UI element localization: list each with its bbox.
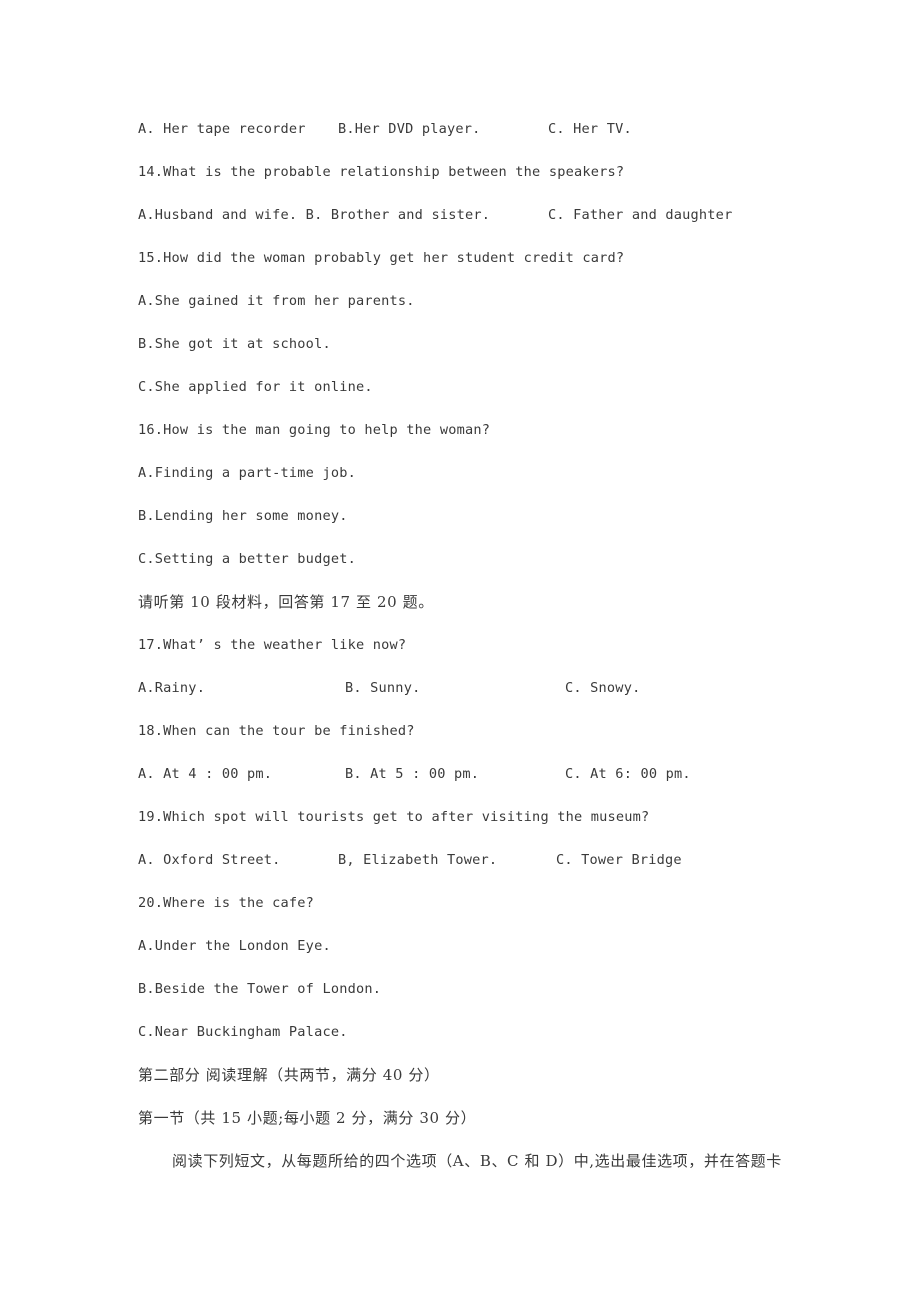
question-14-stem: 14.What is the probable relationship bet… (138, 164, 625, 180)
section-one-heading: 第一节（共 15 小题;每小题 2 分，满分 30 分） (138, 1109, 477, 1127)
question-20-stem: 20.Where is the cafe? (138, 895, 315, 911)
question-19-options-row: A. Oxford Street. B, Elizabeth Tower. C.… (138, 839, 838, 882)
q16-option-c[interactable]: C.Setting a better budget. (138, 538, 838, 581)
q18-option-c[interactable]: C. At 6: 00 pm. (565, 753, 691, 796)
question-19-stem: 19.Which spot will tourists get to after… (138, 809, 650, 825)
question-16-stem: 16.How is the man going to help the woma… (138, 422, 491, 438)
q17-option-b[interactable]: B. Sunny. (345, 667, 420, 710)
page-content: A. Her tape recorder B.Her DVD player. C… (138, 108, 838, 1183)
question-17-stem: 17.What’ s the weather like now? (138, 637, 407, 653)
q13-option-a[interactable]: A. Her tape recorder (138, 108, 306, 151)
q17-option-a[interactable]: A.Rainy. (138, 667, 205, 710)
q20-option-b[interactable]: B.Beside the Tower of London. (138, 968, 838, 1011)
q17-option-c[interactable]: C. Snowy. (565, 667, 640, 710)
question-13-options-row: A. Her tape recorder B.Her DVD player. C… (138, 108, 838, 151)
q16-option-b[interactable]: B.Lending her some money. (138, 495, 838, 538)
q20-option-a[interactable]: A.Under the London Eye. (138, 925, 838, 968)
part-two-heading: 第二部分 阅读理解（共两节，满分 40 分） (138, 1066, 440, 1084)
q19-option-b[interactable]: B, Elizabeth Tower. (338, 839, 497, 882)
question-17-options-row: A.Rainy. B. Sunny. C. Snowy. (138, 667, 838, 710)
q19-option-c[interactable]: C. Tower Bridge (556, 839, 682, 882)
listening-prompt-passage-10: 请听第 10 段材料，回答第 17 至 20 题。 (138, 593, 434, 611)
q19-option-a[interactable]: A. Oxford Street. (138, 839, 281, 882)
q14-options-a-b[interactable]: A.Husband and wife. B. Brother and siste… (138, 194, 490, 237)
q13-option-c[interactable]: C. Her TV. (548, 108, 632, 151)
q15-option-b[interactable]: B.She got it at school. (138, 323, 838, 366)
q13-option-b[interactable]: B.Her DVD player. (338, 108, 481, 151)
question-18-options-row: A. At 4 : 00 pm. B. At 5 : 00 pm. C. At … (138, 753, 838, 796)
section-one-instruction: 阅读下列短文，从每题所给的四个选项（A、B、C 和 D）中,选出最佳选项，并在答… (172, 1152, 782, 1170)
document-page: A. Her tape recorder B.Her DVD player. C… (0, 0, 920, 1302)
q15-option-c[interactable]: C.She applied for it online. (138, 366, 838, 409)
question-18-stem: 18.When can the tour be finished? (138, 723, 415, 739)
q15-option-a[interactable]: A.She gained it from her parents. (138, 280, 838, 323)
q16-option-a[interactable]: A.Finding a part-time job. (138, 452, 838, 495)
q14-option-c[interactable]: C. Father and daughter (548, 194, 732, 237)
q18-option-b[interactable]: B. At 5 : 00 pm. (345, 753, 479, 796)
question-15-stem: 15.How did the woman probably get her st… (138, 250, 625, 266)
q20-option-c[interactable]: C.Near Buckingham Palace. (138, 1011, 838, 1054)
q18-option-a[interactable]: A. At 4 : 00 pm. (138, 753, 272, 796)
question-14-options-row: A.Husband and wife. B. Brother and siste… (138, 194, 838, 237)
